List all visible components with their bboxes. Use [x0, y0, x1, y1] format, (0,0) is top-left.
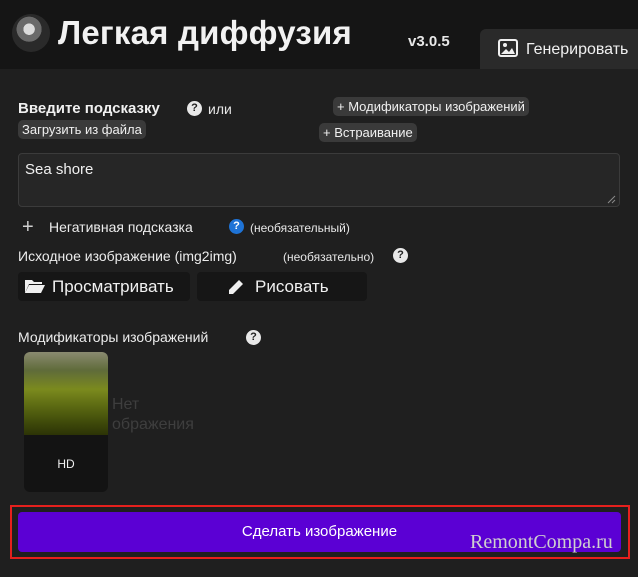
- modifier-preview-image: [24, 352, 108, 435]
- browse-button[interactable]: Просматривать: [18, 272, 190, 301]
- tab-generate[interactable]: Генерировать: [480, 29, 638, 69]
- add-embedding-button[interactable]: + Встраивание: [319, 123, 417, 142]
- image-icon: [498, 39, 518, 57]
- folder-icon: [25, 280, 45, 293]
- add-modifiers-button[interactable]: + Модификаторы изображений: [333, 97, 529, 116]
- negative-prompt-toggle[interactable]: Негативная подсказка: [49, 219, 193, 235]
- watermark: RemontCompa.ru: [470, 531, 613, 553]
- plus-icon[interactable]: +: [22, 217, 34, 237]
- app-header: Легкая диффузия v3.0.5 Генерировать: [0, 0, 638, 69]
- prompt-input[interactable]: Sea shore: [18, 153, 620, 207]
- help-icon[interactable]: ?: [393, 248, 408, 263]
- browse-label: Просматривать: [52, 277, 174, 296]
- app-version: v3.0.5: [408, 33, 450, 50]
- load-from-file-button[interactable]: Загрузить из файла: [18, 120, 146, 139]
- help-icon[interactable]: ?: [229, 219, 244, 234]
- no-image-text: Нет: [112, 396, 140, 413]
- negative-prompt-optional: (необязательный): [250, 221, 350, 235]
- img2img-optional: (необязательно): [283, 250, 375, 264]
- or-text: или: [208, 101, 232, 117]
- draw-button[interactable]: Рисовать: [197, 272, 367, 301]
- no-image-text: ображения: [112, 416, 194, 433]
- help-icon[interactable]: ?: [246, 330, 261, 345]
- prompt-input-value: Sea shore: [25, 161, 94, 178]
- resize-grip-icon[interactable]: [606, 194, 616, 204]
- modifier-card-hd[interactable]: HD: [24, 352, 108, 492]
- img2img-label: Исходное изображение (img2img): [18, 248, 237, 264]
- app-logo: [12, 14, 50, 52]
- app-title: Легкая диффузия: [58, 14, 352, 51]
- prompt-label: Введите подсказку: [18, 100, 160, 117]
- tab-generate-label: Генерировать: [526, 41, 629, 58]
- modifier-card-label: HD: [57, 457, 75, 471]
- help-icon[interactable]: ?: [187, 101, 202, 116]
- draw-label: Рисовать: [255, 277, 329, 296]
- pencil-icon: [229, 280, 243, 294]
- modifiers-label: Модификаторы изображений: [18, 329, 209, 345]
